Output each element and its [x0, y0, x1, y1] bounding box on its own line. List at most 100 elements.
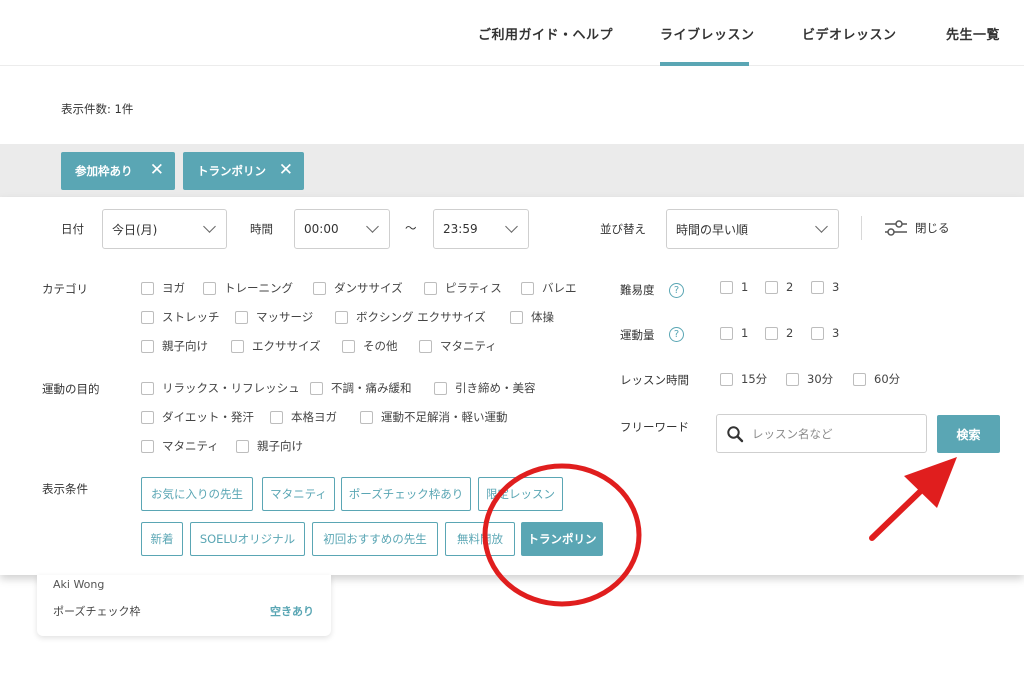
help-icon[interactable]: ? — [669, 327, 684, 342]
checkbox-label: 1 — [741, 280, 749, 294]
intensity-checkbox[interactable]: 3 — [811, 326, 839, 340]
checkbox[interactable] — [434, 381, 447, 395]
purpose-checkbox-serious-yoga[interactable]: 本格ヨガ — [270, 409, 337, 425]
category-checkbox-yoga[interactable]: ヨガ — [141, 280, 185, 296]
checkbox[interactable] — [424, 281, 437, 295]
time-from-select[interactable]: 00:00 — [294, 209, 390, 249]
checkbox[interactable] — [236, 439, 249, 453]
checkbox[interactable] — [310, 381, 323, 395]
purpose-checkbox-parent-child[interactable]: 親子向け — [236, 438, 303, 454]
checkbox[interactable] — [203, 281, 216, 295]
category-checkbox-pilates[interactable]: ピラティス — [424, 280, 502, 296]
checkbox[interactable] — [141, 310, 154, 324]
condition-soelu-original[interactable]: SOELUオリジナル — [190, 522, 305, 556]
checkbox[interactable] — [811, 326, 824, 340]
nav-guide-help[interactable]: ご利用ガイド・ヘルプ — [478, 24, 613, 43]
nav-live-lessons[interactable]: ライブレッスン — [660, 24, 755, 43]
freeword-input[interactable] — [752, 426, 912, 441]
duration-checkbox[interactable]: 60分 — [853, 371, 900, 387]
category-checkbox-other[interactable]: その他 — [342, 338, 398, 354]
checkbox[interactable] — [720, 372, 733, 386]
close-panel-label: 閉じる — [915, 221, 950, 235]
checkbox[interactable] — [231, 339, 244, 353]
help-icon[interactable]: ? — [669, 283, 684, 298]
condition-trampoline[interactable]: トランポリン — [521, 522, 603, 556]
checkbox-label: 3 — [832, 280, 840, 294]
nav-teacher-list[interactable]: 先生一覧 — [946, 24, 1000, 43]
lesson-card[interactable]: Aki Wong ポーズチェック枠 空きあり — [37, 575, 331, 636]
checkbox[interactable] — [765, 280, 778, 294]
difficulty-checkbox[interactable]: 2 — [765, 280, 793, 294]
checkbox[interactable] — [141, 281, 154, 295]
condition-favorite-teachers[interactable]: お気に入りの先生 — [141, 477, 253, 511]
duration-checkbox[interactable]: 30分 — [786, 371, 833, 387]
search-button[interactable]: 検索 — [937, 415, 1000, 453]
checkbox[interactable] — [720, 280, 733, 294]
checkbox[interactable] — [853, 372, 866, 386]
condition-recommended-teachers[interactable]: 初回おすすめの先生 — [312, 522, 438, 556]
checkbox[interactable] — [765, 326, 778, 340]
checkbox[interactable] — [270, 410, 283, 424]
checkbox[interactable] — [521, 281, 534, 295]
duration-checkbox[interactable]: 15分 — [720, 371, 767, 387]
remove-filter-icon[interactable]: ✕ — [279, 162, 293, 179]
category-checkbox-ballet[interactable]: バレエ — [521, 280, 577, 296]
category-checkbox-dancercise[interactable]: ダンササイズ — [313, 280, 403, 296]
time-to-select[interactable]: 23:59 — [433, 209, 529, 249]
category-checkbox-exercise[interactable]: エクササイズ — [231, 338, 321, 354]
category-checkbox-parent-child[interactable]: 親子向け — [141, 338, 208, 354]
active-filter-bar: 参加枠あり ✕ トランポリン ✕ — [0, 144, 1024, 197]
condition-new[interactable]: 新着 — [141, 522, 183, 556]
checkbox[interactable] — [141, 439, 154, 453]
checkbox[interactable] — [510, 310, 523, 324]
difficulty-checkbox[interactable]: 3 — [811, 280, 839, 294]
checkbox-label: マッサージ — [256, 310, 314, 324]
purpose-checkbox-toning[interactable]: 引き締め・美容 — [434, 380, 536, 396]
category-checkbox-gymnastics[interactable]: 体操 — [510, 309, 554, 325]
date-select-value: 今日(月) — [112, 222, 158, 237]
checkbox-label: バレエ — [542, 281, 577, 295]
purpose-checkbox-light-exercise[interactable]: 運動不足解消・軽い運動 — [360, 409, 508, 425]
checkbox-label: ダンササイズ — [334, 281, 403, 295]
checkbox[interactable] — [141, 381, 154, 395]
checkbox[interactable] — [419, 339, 432, 353]
availability-status: 空きあり — [270, 605, 314, 618]
category-checkbox-maternity[interactable]: マタニティ — [419, 338, 497, 354]
difficulty-checkbox[interactable]: 1 — [720, 280, 748, 294]
purpose-checkbox-pain-relief[interactable]: 不調・痛み緩和 — [310, 380, 412, 396]
condition-pose-check[interactable]: ポーズチェック枠あり — [341, 477, 471, 511]
checkbox[interactable] — [141, 410, 154, 424]
date-select[interactable]: 今日(月) — [102, 209, 227, 249]
condition-limited-lessons[interactable]: 限定レッスン — [478, 477, 563, 511]
intensity-checkbox[interactable]: 1 — [720, 326, 748, 340]
close-panel-button[interactable]: 閉じる — [884, 219, 950, 237]
checkbox[interactable] — [360, 410, 373, 424]
category-checkbox-boxing[interactable]: ボクシング エクササイズ — [335, 309, 486, 325]
checkbox[interactable] — [335, 310, 348, 324]
nav-video-lessons[interactable]: ビデオレッスン — [802, 24, 897, 43]
checkbox[interactable] — [811, 280, 824, 294]
purpose-checkbox-diet[interactable]: ダイエット・発汗 — [141, 409, 254, 425]
purpose-checkbox-relax[interactable]: リラックス・リフレッシュ — [141, 380, 300, 396]
category-checkbox-massage[interactable]: マッサージ — [235, 309, 313, 325]
difficulty-label: 難易度 — [620, 283, 655, 297]
checkbox-label: 2 — [786, 280, 794, 294]
checkbox[interactable] — [342, 339, 355, 353]
intensity-checkbox[interactable]: 2 — [765, 326, 793, 340]
condition-free-open[interactable]: 無料開放 — [445, 522, 515, 556]
condition-maternity[interactable]: マタニティ — [262, 477, 335, 511]
remove-filter-icon[interactable]: ✕ — [150, 162, 164, 179]
chevron-down-icon — [815, 220, 828, 233]
sort-select[interactable]: 時間の早い順 — [666, 209, 839, 249]
checkbox[interactable] — [720, 326, 733, 340]
checkbox[interactable] — [235, 310, 248, 324]
category-checkbox-stretch[interactable]: ストレッチ — [141, 309, 220, 325]
time-label: 時間 — [250, 222, 273, 236]
category-checkbox-training[interactable]: トレーニング — [203, 280, 293, 296]
active-filter-chip: 参加枠あり ✕ — [61, 152, 175, 190]
checkbox[interactable] — [313, 281, 326, 295]
checkbox[interactable] — [141, 339, 154, 353]
freeword-search-field[interactable] — [716, 414, 927, 453]
purpose-checkbox-maternity[interactable]: マタニティ — [141, 438, 219, 454]
checkbox[interactable] — [786, 372, 799, 386]
